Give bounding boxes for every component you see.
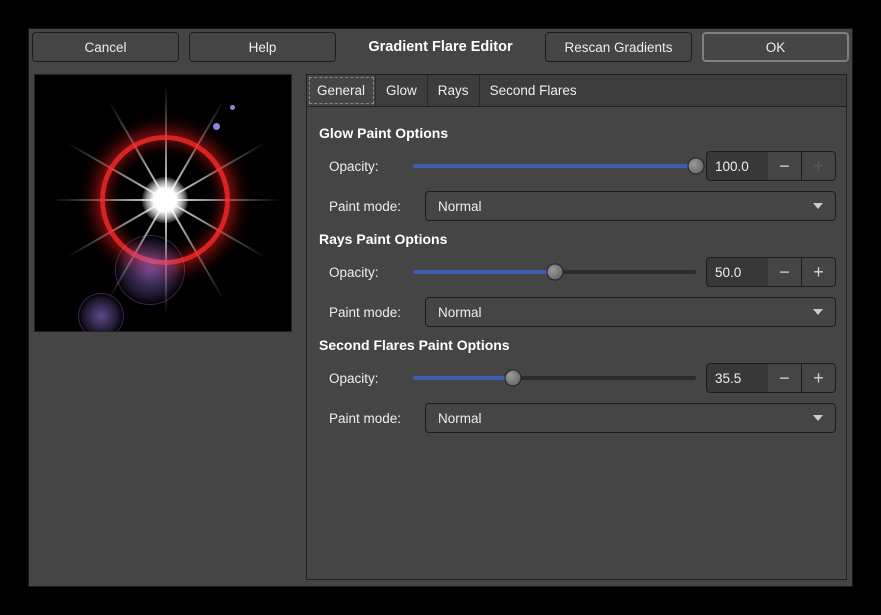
glow-opacity-input[interactable] (706, 151, 768, 181)
tab-bar: General Glow Rays Second Flares (307, 75, 846, 107)
tab-second-flares[interactable]: Second Flares (480, 75, 587, 106)
rays-mode-label: Paint mode: (329, 305, 415, 320)
glow-section-title: Glow Paint Options (319, 125, 836, 141)
second-opacity-increment[interactable]: + (802, 363, 836, 393)
flare-preview (34, 74, 292, 332)
glow-opacity-label: Opacity: (329, 159, 403, 174)
tab-glow[interactable]: Glow (376, 75, 428, 106)
rescan-gradients-button[interactable]: Rescan Gradients (545, 32, 692, 62)
second-flares-section-title: Second Flares Paint Options (319, 337, 836, 353)
glow-opacity-decrement[interactable]: − (768, 151, 802, 181)
dialog-header: Cancel Help Gradient Flare Editor Rescan… (29, 29, 852, 74)
ok-button[interactable]: OK (702, 32, 849, 62)
glow-mode-value: Normal (438, 199, 482, 214)
minus-icon: − (779, 156, 790, 177)
rays-opacity-input[interactable] (706, 257, 768, 287)
glow-mode-select[interactable]: Normal (425, 191, 836, 221)
tab-rays[interactable]: Rays (428, 75, 480, 106)
plus-icon: + (813, 262, 824, 283)
rays-opacity-slider[interactable] (413, 264, 696, 280)
plus-icon: + (813, 368, 824, 389)
glow-mode-label: Paint mode: (329, 199, 415, 214)
second-opacity-decrement[interactable]: − (768, 363, 802, 393)
glow-opacity-increment[interactable]: + (802, 151, 836, 181)
plus-icon: + (813, 156, 824, 177)
rays-opacity-decrement[interactable]: − (768, 257, 802, 287)
second-mode-select[interactable]: Normal (425, 403, 836, 433)
dialog-title: Gradient Flare Editor (346, 39, 535, 55)
minus-icon: − (779, 368, 790, 389)
chevron-down-icon (813, 415, 823, 421)
tab-general[interactable]: General (307, 75, 376, 106)
rays-section-title: Rays Paint Options (319, 231, 836, 247)
second-opacity-slider[interactable] (413, 370, 696, 386)
second-mode-value: Normal (438, 411, 482, 426)
chevron-down-icon (813, 203, 823, 209)
gradient-flare-editor-dialog: Cancel Help Gradient Flare Editor Rescan… (28, 28, 853, 587)
second-opacity-label: Opacity: (329, 371, 403, 386)
settings-panel: General Glow Rays Second Flares Glow Pai… (306, 74, 847, 580)
glow-opacity-slider[interactable] (413, 158, 696, 174)
second-mode-label: Paint mode: (329, 411, 415, 426)
rays-mode-select[interactable]: Normal (425, 297, 836, 327)
rays-opacity-label: Opacity: (329, 265, 403, 280)
rays-mode-value: Normal (438, 305, 482, 320)
second-opacity-input[interactable] (706, 363, 768, 393)
minus-icon: − (779, 262, 790, 283)
help-button[interactable]: Help (189, 32, 336, 62)
rays-opacity-increment[interactable]: + (802, 257, 836, 287)
chevron-down-icon (813, 309, 823, 315)
tab-content-general: Glow Paint Options Opacity: − + Paint mo… (307, 107, 846, 457)
cancel-button[interactable]: Cancel (32, 32, 179, 62)
